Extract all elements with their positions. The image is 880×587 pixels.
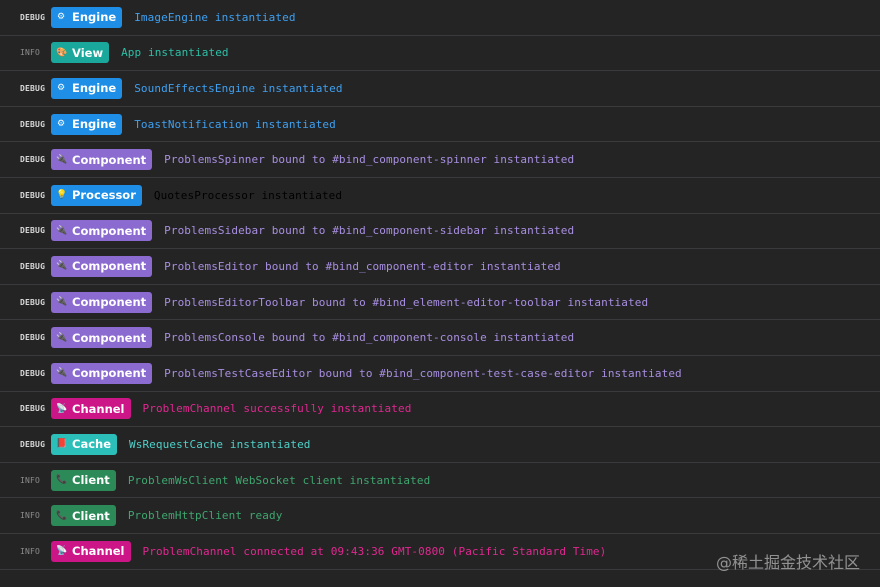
log-tag-badge: 📕 Cache — [51, 433, 118, 455]
lightbulb-icon: 💡 — [56, 190, 68, 201]
log-tag-badge: 📡 Channel — [51, 540, 131, 562]
satellite-icon: 📡 — [56, 546, 68, 557]
log-level: INFO — [20, 511, 41, 521]
log-level: DEBUG — [20, 155, 46, 165]
log-tag-label: Component — [72, 366, 147, 381]
log-message: ImageEngine instantiated — [134, 10, 296, 24]
log-level: DEBUG — [20, 439, 46, 449]
log-row: DEBUG 🔌 Component ProblemsTestCaseEditor bo… — [0, 356, 880, 392]
log-list: DEBUG ⚙ Engine ImageEngine instantiated INFO… — [0, 0, 880, 570]
log-tag-label: Component — [72, 152, 147, 167]
log-tag-badge: 🔌 Component — [51, 149, 153, 171]
log-message: QuotesProcessor instantiated — [153, 188, 343, 202]
log-tag-badge: 📞 Client — [51, 505, 116, 527]
log-tag-label: Engine — [72, 10, 117, 25]
plug-icon: 🔌 — [56, 261, 68, 272]
log-level: DEBUG — [20, 12, 46, 22]
plug-icon: 🔌 — [56, 297, 68, 308]
log-tag-label: Channel — [72, 401, 125, 416]
log-level: DEBUG — [20, 119, 46, 129]
log-tag-badge: 📞 Client — [51, 469, 116, 491]
log-tag-label: Channel — [72, 544, 125, 559]
log-row: DEBUG 🔌 Component ProblemsSpinner bound to … — [0, 142, 880, 178]
log-message: ToastNotification instantiated — [134, 117, 336, 131]
log-tag-label: Component — [72, 295, 147, 310]
log-row: DEBUG ⚙ Engine SoundEffectsEngine instantia… — [0, 71, 880, 107]
log-message: ProblemsConsole bound to #bind_component… — [164, 331, 575, 345]
palette-icon: 🎨 — [56, 47, 68, 58]
log-message: ProblemChannel successfully instantiated — [142, 402, 412, 416]
log-level: DEBUG — [20, 190, 46, 200]
log-tag-badge: ⚙ Engine — [51, 6, 123, 28]
log-message: App instantiated — [121, 46, 229, 60]
log-row: INFO 🎨 View App instantiated — [0, 36, 880, 72]
log-row: DEBUG 💡 Processor QuotesProcessor instantia… — [0, 178, 880, 214]
log-message: ProblemsEditor bound to #bind_component-… — [164, 259, 561, 273]
log-tag-badge: ⚙ Engine — [51, 113, 123, 135]
log-tag-badge: 🔌 Component — [51, 327, 153, 349]
log-message: SoundEffectsEngine instantiated — [134, 81, 343, 95]
log-message: ProblemsSpinner bound to #bind_component… — [164, 153, 575, 167]
log-level: DEBUG — [20, 226, 46, 236]
log-tag-label: Engine — [72, 81, 117, 96]
gear-icon: ⚙ — [56, 83, 66, 94]
log-row: DEBUG 📡 Channel ProblemChannel successfully… — [0, 392, 880, 428]
plug-icon: 🔌 — [56, 368, 68, 379]
log-tag-badge: 📡 Channel — [51, 398, 131, 420]
log-level: INFO — [20, 475, 41, 485]
log-tag-label: Processor — [72, 188, 136, 203]
watermark: @稀土掘金技术社区 — [715, 553, 860, 572]
log-tag-badge: ⚙ Engine — [51, 77, 123, 99]
log-row: DEBUG ⚙ Engine ImageEngine instantiated — [0, 0, 880, 36]
log-row: DEBUG ⚙ Engine ToastNotification instantiat… — [0, 107, 880, 143]
log-level: INFO — [20, 546, 41, 556]
log-tag-label: Client — [72, 508, 110, 523]
log-tag-label: Component — [72, 223, 147, 238]
log-message: ProblemChannel connected at 09:43:36 GMT… — [142, 544, 607, 558]
log-row: DEBUG 📕 Cache WsRequestCache instantiated — [0, 427, 880, 463]
log-level: DEBUG — [20, 83, 46, 93]
log-level: DEBUG — [20, 261, 46, 271]
plug-icon: 🔌 — [56, 332, 68, 343]
log-tag-badge: 💡 Processor — [51, 184, 142, 206]
phone-icon: 📞 — [56, 510, 68, 521]
log-message: ProblemsTestCaseEditor bound to #bind_co… — [164, 366, 682, 380]
log-tag-label: View — [72, 45, 104, 60]
log-message: ProblemWsClient WebSocket client instant… — [127, 473, 431, 487]
gear-icon: ⚙ — [56, 12, 66, 23]
log-tag-badge: 🔌 Component — [51, 255, 153, 277]
log-row: INFO 📞 Client ProblemHttpClient ready — [0, 498, 880, 534]
log-tag-label: Client — [72, 473, 110, 488]
log-tag-label: Cache — [72, 437, 112, 452]
log-level: INFO — [20, 48, 41, 58]
plug-icon: 🔌 — [56, 225, 68, 236]
log-message: ProblemsSidebar bound to #bind_component… — [164, 224, 575, 238]
log-tag-badge: 🔌 Component — [51, 362, 153, 384]
log-level: DEBUG — [20, 333, 46, 343]
phone-icon: 📞 — [56, 475, 68, 486]
log-message: ProblemHttpClient ready — [127, 509, 283, 523]
log-level: DEBUG — [20, 368, 46, 378]
log-row: DEBUG 🔌 Component ProblemsConsole bound to … — [0, 320, 880, 356]
log-tag-label: Component — [72, 259, 147, 274]
console-log-panel: DEBUG ⚙ Engine ImageEngine instantiated INFO… — [0, 0, 880, 587]
log-row: DEBUG 🔌 Component ProblemsEditor bound to #… — [0, 249, 880, 285]
satellite-icon: 📡 — [56, 403, 68, 414]
log-level: DEBUG — [20, 297, 46, 307]
log-message: WsRequestCache instantiated — [129, 437, 311, 451]
log-tag-label: Engine — [72, 117, 117, 132]
log-tag-badge: 🎨 View — [51, 42, 110, 64]
gear-icon: ⚙ — [56, 119, 66, 130]
log-row: DEBUG 🔌 Component ProblemsSidebar bound to … — [0, 214, 880, 250]
plug-icon: 🔌 — [56, 154, 68, 165]
log-row: INFO 📞 Client ProblemWsClient WebSocket cli… — [0, 463, 880, 499]
log-message: ProblemsEditorToolbar bound to #bind_ele… — [164, 295, 649, 309]
book-icon: 📕 — [56, 439, 68, 450]
log-tag-label: Component — [72, 330, 147, 345]
log-row: DEBUG 🔌 Component ProblemsEditorToolbar bou… — [0, 285, 880, 321]
log-tag-badge: 🔌 Component — [51, 220, 153, 242]
log-level: DEBUG — [20, 404, 46, 414]
log-tag-badge: 🔌 Component — [51, 291, 153, 313]
